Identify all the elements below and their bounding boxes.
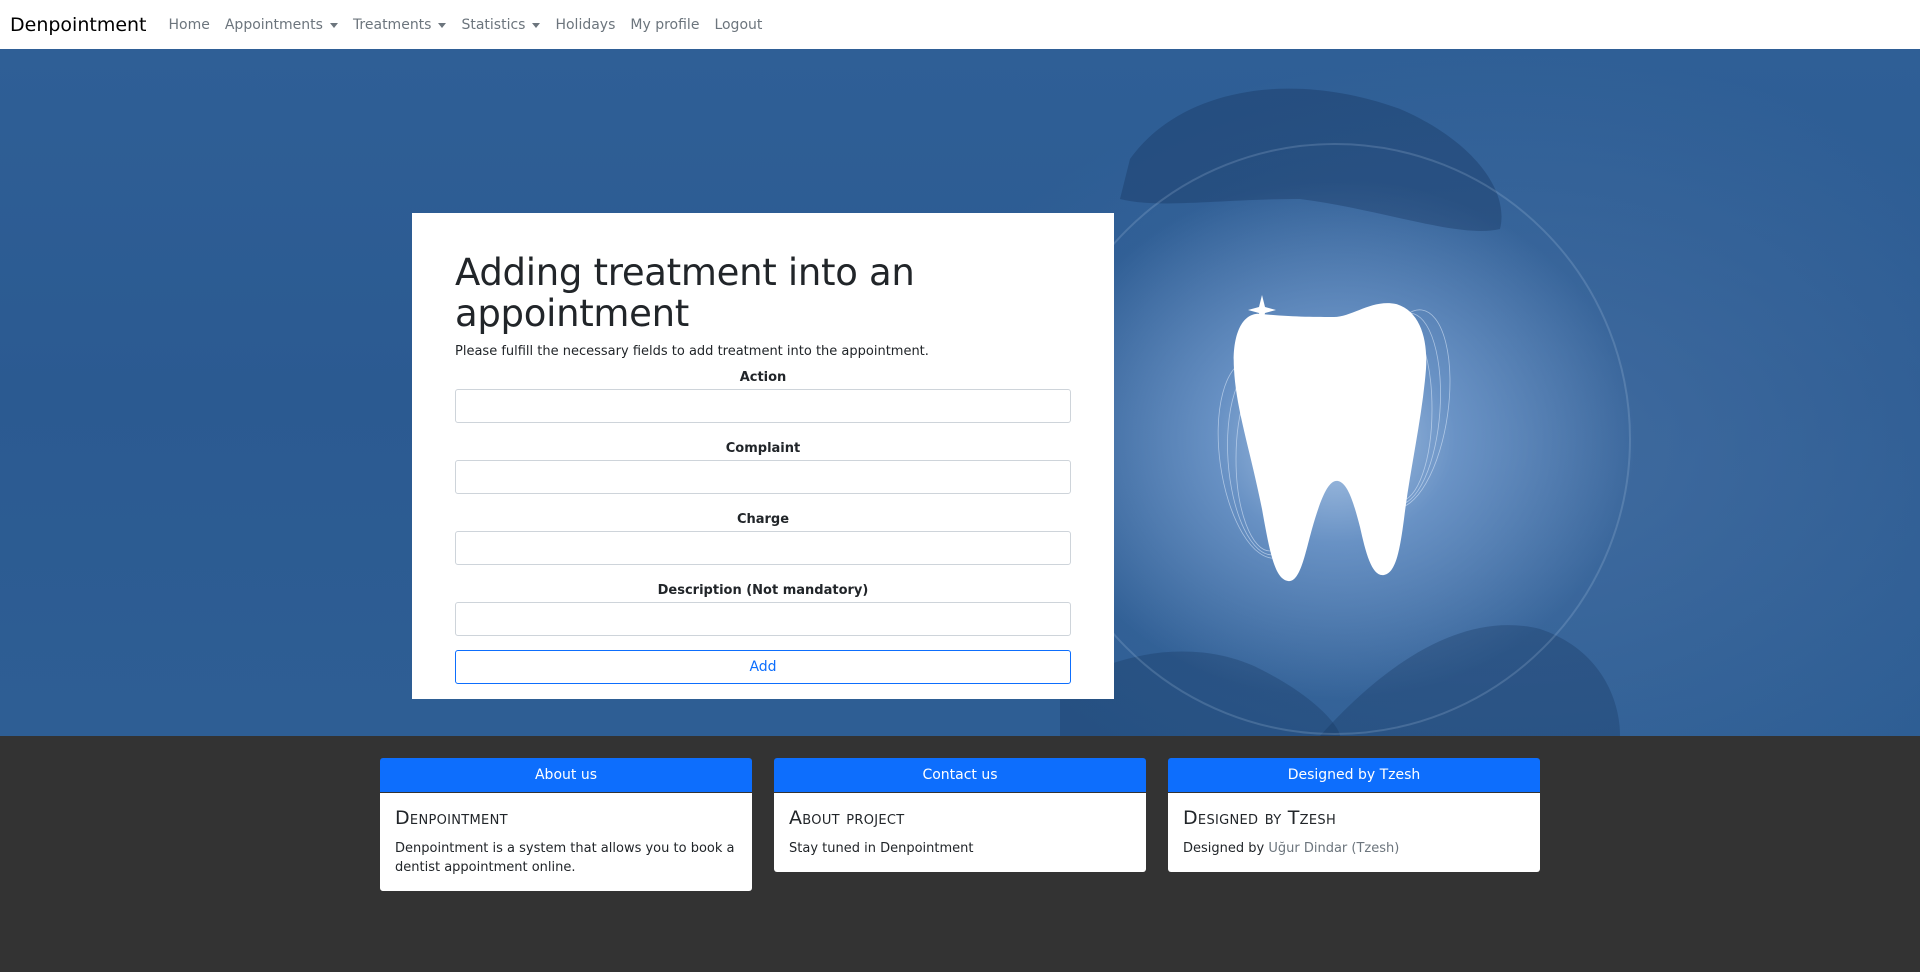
nav-statistics-label: Statistics [461,16,526,33]
nav-my-profile-label: My profile [630,16,700,33]
nav-treatments-dropdown[interactable]: Treatments [353,17,447,33]
nav-treatments-label: Treatments [352,16,432,33]
designer-link[interactable]: Uğur Dindar (Tzesh) [1268,841,1399,856]
footer-card-body: Denpointment Denpointment is a system th… [380,793,752,891]
hand-bottom-right-shape [1320,625,1620,736]
footer-card-text: Stay tuned in Denpointment [789,841,974,856]
footer-card-title: Designed by Tzesh [1183,807,1337,829]
footer-card-about-us: About us Denpointment Denpointment is a … [380,758,752,891]
nav-appointments-label: Appointments [224,16,323,33]
description-label: Description (Not mandatory) [657,583,869,599]
tooth-icon [1233,303,1427,582]
page-title: Adding treatment into an appointment [455,251,915,335]
footer-card-title: Denpointment [395,807,508,829]
nav-home-label: Home [168,16,210,33]
footer-card-title: About project [789,807,905,829]
footer-card-designed-by: Designed by Tzesh Designed by Tzesh Desi… [1168,758,1540,872]
footer-card-body: About project Stay tuned in Denpointment [774,793,1146,872]
description-input[interactable] [455,602,1071,637]
nav-home[interactable]: Home [169,17,210,33]
action-input[interactable] [455,389,1071,424]
complaint-label: Complaint [725,441,801,457]
footer-card-text: Denpointment is a system that allows you… [395,841,735,875]
caret-down-icon [438,22,447,28]
nav-appointments-dropdown[interactable]: Appointments [225,17,338,33]
footer-card-header: About us [380,758,752,792]
nav-holidays-label: Holidays [555,16,616,33]
top-navbar: Denpointment Home Appointments Treatment… [0,0,1920,49]
action-label: Action [739,370,787,386]
form-subtitle: Please fulfill the necessary fields to a… [455,344,929,360]
charge-label: Charge [736,512,790,528]
add-treatment-form-card: Adding treatment into an appointment Ple… [412,213,1114,699]
footer: About us Denpointment Denpointment is a … [0,736,1920,972]
caret-down-icon [532,22,541,28]
hero-banner: Adding treatment into an appointment Ple… [0,49,1920,736]
brand-link[interactable]: Denpointment [10,14,147,36]
complaint-input[interactable] [455,460,1071,495]
charge-input[interactable] [455,531,1071,566]
caret-down-icon [329,22,338,28]
footer-card-contact-us: Contact us About project Stay tuned in D… [774,758,1146,872]
nav-logout-label: Logout [714,16,763,33]
designer-prefix: Designed by [1183,841,1269,856]
footer-card-header: Designed by Tzesh [1168,758,1540,792]
footer-card-header: Contact us [774,758,1146,792]
nav-logout[interactable]: Logout [714,17,762,33]
nav-holidays[interactable]: Holidays [555,17,615,33]
footer-card-body: Designed by Tzesh Designed by Uğur Dinda… [1168,793,1540,872]
footer-card-text: Designed by Uğur Dindar (Tzesh) [1183,839,1525,858]
nav-statistics-dropdown[interactable]: Statistics [461,16,541,33]
add-button[interactable]: Add [455,650,1071,685]
hand-top-shape [1120,88,1502,232]
nav-my-profile[interactable]: My profile [630,17,699,33]
